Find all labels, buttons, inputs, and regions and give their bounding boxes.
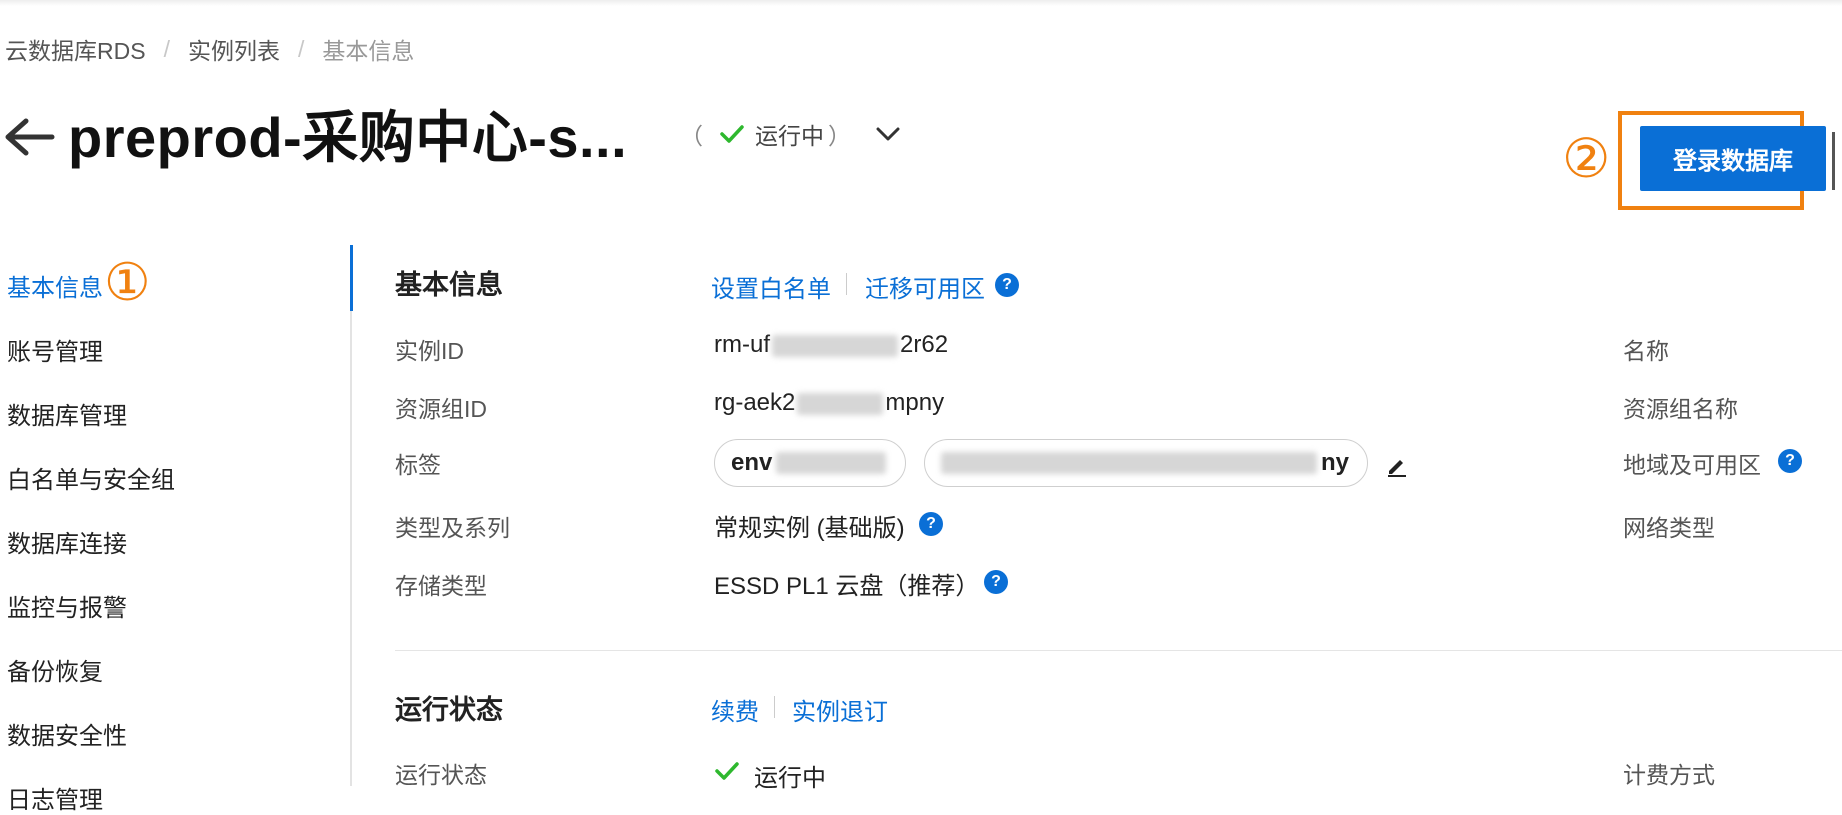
login-database-button[interactable]: 登录数据库 [1640,126,1826,191]
sidebar-item-basic-info[interactable]: 基本信息 [7,268,103,303]
sidebar-item-backup[interactable]: 备份恢复 [7,652,103,687]
sidebar-divider [350,245,352,786]
breadcrumb-current: 基本信息 [322,38,415,64]
unsubscribe-link[interactable]: 实例退订 [792,692,888,727]
top-shadow [0,0,1842,6]
breadcrumb-instance-list[interactable]: 实例列表 [188,32,280,66]
sidebar-item-security[interactable]: 数据安全性 [7,716,127,751]
status-paren-open: （ [680,123,703,149]
sidebar-item-logs[interactable]: 日志管理 [7,780,103,815]
help-icon[interactable]: ? [984,570,1008,594]
help-icon[interactable]: ? [919,512,943,536]
section-title-running-status: 运行状态 [395,695,503,725]
breadcrumb-separator: / [163,35,170,62]
section-divider [395,650,1842,651]
help-icon[interactable]: ? [995,273,1019,297]
status-text: 运行中 [755,123,824,149]
type-value: 常规实例 (基础版) [714,515,905,542]
breadcrumb-separator: / [297,35,305,62]
instance-status: （ 运行中 ） [680,117,903,151]
back-arrow-icon[interactable] [4,115,56,159]
network-type-label: 网络类型 [1623,515,1715,541]
breadcrumb-rds[interactable]: 云数据库RDS [5,32,146,66]
annotation-marker-1: ① [104,254,151,312]
link-separator [774,696,775,718]
resource-group-value: rg-aek2 mpny [714,389,945,416]
running-status-value: 运行中 [754,765,826,792]
region-zone-label: 地域及可用区 [1623,452,1761,478]
tag-chip[interactable]: env [714,439,906,487]
resource-group-name-label: 资源组名称 [1623,396,1738,422]
annotation-marker-2: ② [1562,129,1611,189]
page-title: preprod-采购中心-s... [68,106,628,169]
sidebar-item-whitelist[interactable]: 白名单与安全组 [7,460,175,495]
instance-id-label: 实例ID [395,338,464,364]
redacted-mask [941,452,1317,474]
check-icon [715,762,739,780]
tags-label: 标签 [395,452,441,478]
status-paren-close: ） [828,123,851,149]
chevron-down-icon[interactable] [873,124,903,144]
annotation-edge [1832,132,1842,190]
breadcrumb: 云数据库RDS / 实例列表 / 基本信息 [5,32,415,66]
whitelist-link[interactable]: 设置白名单 [711,269,831,304]
name-label: 名称 [1623,338,1669,364]
storage-value: ESSD PL1 云盘（推荐） [714,573,980,600]
storage-label: 存储类型 [395,573,487,599]
section-title-basic-info: 基本信息 [395,270,503,300]
sidebar-item-monitoring[interactable]: 监控与报警 [7,588,127,623]
migrate-zone-link[interactable]: 迁移可用区 [865,269,985,304]
tag-chip[interactable]: ny [924,439,1368,487]
check-icon [720,125,744,143]
type-label: 类型及系列 [395,515,510,541]
billing-method-label: 计费方式 [1623,762,1715,788]
link-separator [846,273,847,295]
edit-icon[interactable] [1385,454,1409,478]
running-status-label: 运行状态 [395,762,487,788]
renew-link[interactable]: 续费 [711,692,759,727]
instance-id-value: rm-uf 2r62 [714,331,949,358]
help-icon[interactable]: ? [1778,449,1802,473]
redacted-mask [772,334,898,357]
sidebar-item-databases[interactable]: 数据库管理 [7,396,127,431]
redacted-mask [797,392,884,415]
resource-group-label: 资源组ID [395,396,487,422]
redacted-mask [776,452,887,474]
sidebar-active-indicator [350,245,353,311]
sidebar-item-connection[interactable]: 数据库连接 [7,524,127,559]
sidebar-item-accounts[interactable]: 账号管理 [7,332,103,367]
